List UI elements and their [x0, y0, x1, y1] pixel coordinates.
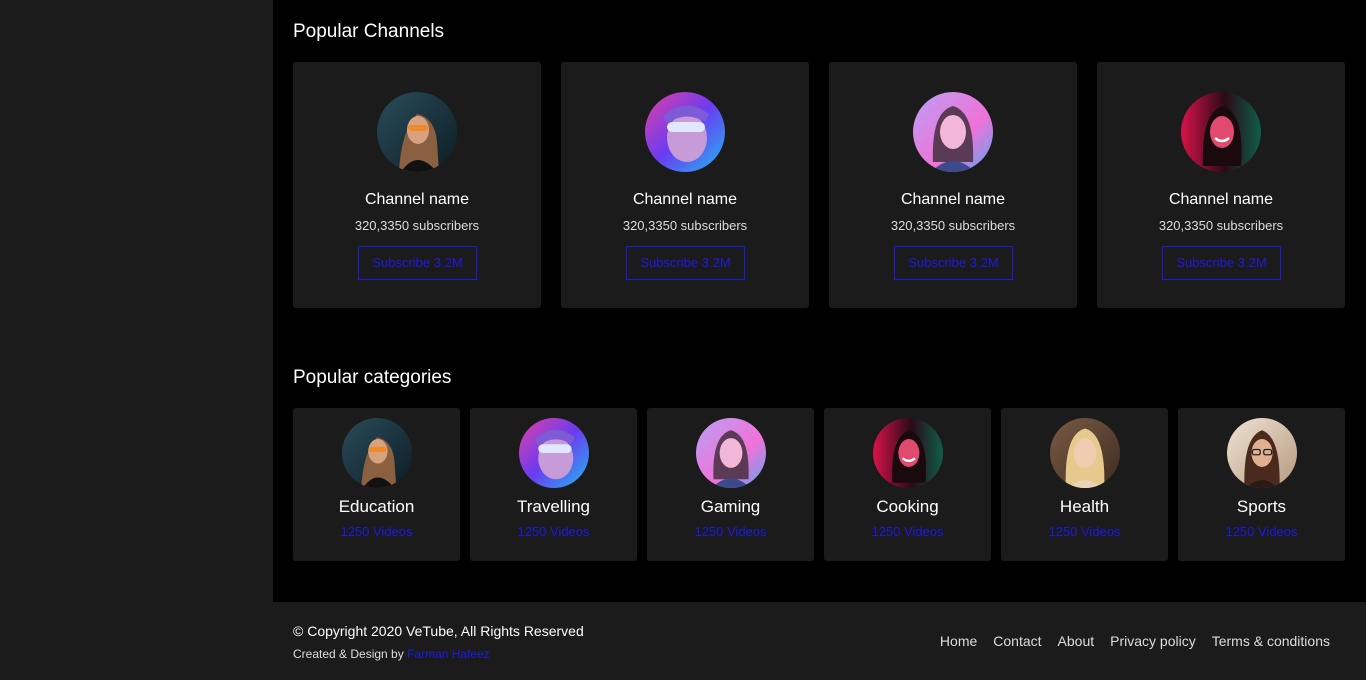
blonde-woman-photo: [1050, 418, 1120, 488]
category-card-education[interactable]: Education 1250 Videos: [293, 408, 460, 561]
category-name: Health: [1059, 497, 1110, 516]
footer: © Copyright 2020 VeTube, All Rights Rese…: [273, 602, 1366, 680]
channel-card: Channel name 320,3350 subscribers Subscr…: [561, 62, 809, 308]
category-video-count: 1250 Videos: [694, 524, 767, 539]
category-card-travelling[interactable]: Travelling 1250 Videos: [470, 408, 637, 561]
category-card-sports[interactable]: Sports 1250 Videos: [1178, 408, 1345, 561]
category-video-count: 1250 Videos: [871, 524, 944, 539]
category-video-count: 1250 Videos: [1225, 524, 1298, 539]
copyright-text: © Copyright 2020 VeTube, All Rights Rese…: [293, 623, 584, 639]
woman-sunglasses-photo: [342, 418, 412, 488]
category-avatar: [1050, 418, 1120, 488]
category-card-gaming[interactable]: Gaming 1250 Videos: [647, 408, 814, 561]
footer-link-home[interactable]: Home: [940, 633, 977, 649]
popular-channels-title: Popular Channels: [293, 21, 445, 42]
credit-line: Created & Design by Farman Hafeez: [293, 647, 490, 661]
subscribe-button[interactable]: Subscribe 3.2M: [358, 246, 477, 280]
category-name: Cooking: [876, 497, 939, 516]
categories-row: Education 1250 Videos Travelling 1250 Vi…: [293, 408, 1345, 561]
channel-subscribers: 320,3350 subscribers: [622, 218, 748, 233]
main-content: Popular Channels Channel name 320,3350 s…: [273, 0, 1366, 602]
channel-avatar[interactable]: [377, 92, 457, 172]
credit-prefix: Created & Design by: [293, 647, 404, 661]
popular-categories-title: Popular categories: [293, 367, 452, 388]
footer-nav: Home Contact About Privacy policy Terms …: [940, 633, 1330, 649]
woman-smiling-red-neon-photo: [873, 418, 943, 488]
channel-name[interactable]: Channel name: [1097, 191, 1345, 209]
woman-smiling-red-neon-photo: [1181, 92, 1261, 172]
footer-link-about[interactable]: About: [1058, 633, 1095, 649]
channel-name[interactable]: Channel name: [829, 191, 1077, 209]
footer-link-terms[interactable]: Terms & conditions: [1212, 633, 1330, 649]
channel-card: Channel name 320,3350 subscribers Subscr…: [1097, 62, 1345, 308]
channel-avatar[interactable]: [645, 92, 725, 172]
category-video-count: 1250 Videos: [1048, 524, 1121, 539]
subscribe-button[interactable]: Subscribe 3.2M: [1162, 246, 1281, 280]
channel-card: Channel name 320,3350 subscribers Subscr…: [829, 62, 1077, 308]
channel-subscribers: 320,3350 subscribers: [354, 218, 480, 233]
category-name: Education: [338, 497, 415, 516]
channel-name[interactable]: Channel name: [293, 191, 541, 209]
category-avatar: [519, 418, 589, 488]
category-name: Gaming: [700, 497, 761, 516]
category-name: Travelling: [516, 497, 591, 516]
man-neon-glasses-photo: [519, 418, 589, 488]
man-neon-glasses-photo: [645, 92, 725, 172]
channel-avatar[interactable]: [913, 92, 993, 172]
sidebar: [0, 0, 273, 680]
footer-link-contact[interactable]: Contact: [993, 633, 1041, 649]
category-avatar: [1227, 418, 1297, 488]
category-card-health[interactable]: Health 1250 Videos: [1001, 408, 1168, 561]
channel-name[interactable]: Channel name: [561, 191, 809, 209]
subscribe-button[interactable]: Subscribe 3.2M: [894, 246, 1013, 280]
channels-row: Channel name 320,3350 subscribers Subscr…: [293, 62, 1345, 308]
woman-neon-portrait-photo: [696, 418, 766, 488]
channel-card: Channel name 320,3350 subscribers Subscr…: [293, 62, 541, 308]
category-avatar: [342, 418, 412, 488]
category-name: Sports: [1236, 497, 1287, 516]
channel-avatar[interactable]: [1181, 92, 1261, 172]
author-link[interactable]: Farman Hafeez: [407, 647, 490, 661]
channel-subscribers: 320,3350 subscribers: [1158, 218, 1284, 233]
category-avatar: [696, 418, 766, 488]
category-card-cooking[interactable]: Cooking 1250 Videos: [824, 408, 991, 561]
footer-link-privacy[interactable]: Privacy policy: [1110, 633, 1196, 649]
category-video-count: 1250 Videos: [340, 524, 413, 539]
category-video-count: 1250 Videos: [517, 524, 590, 539]
woman-neon-portrait-photo: [913, 92, 993, 172]
woman-glasses-photo: [1227, 418, 1297, 488]
subscribe-button[interactable]: Subscribe 3.2M: [626, 246, 745, 280]
woman-sunglasses-photo: [377, 92, 457, 172]
category-avatar: [873, 418, 943, 488]
channel-subscribers: 320,3350 subscribers: [890, 218, 1016, 233]
